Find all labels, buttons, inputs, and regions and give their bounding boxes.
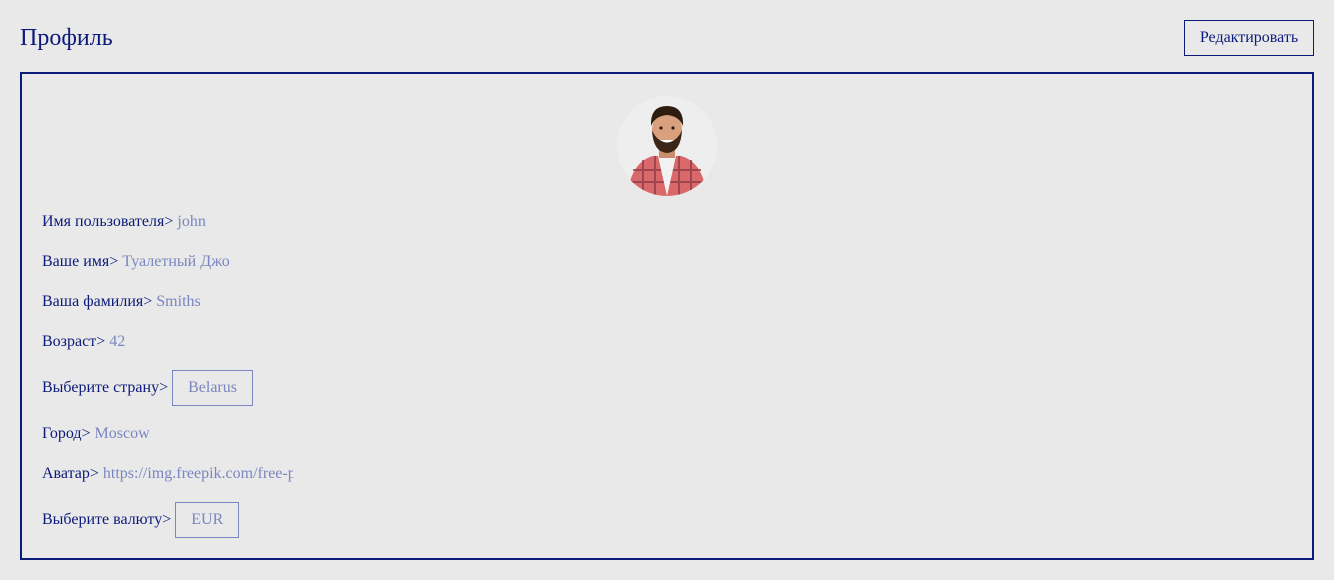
last-name-value: Smiths [156, 293, 201, 310]
last-name-row: Ваша фамилия> Smiths [42, 292, 201, 312]
username-row: Имя пользователя> john [42, 212, 206, 232]
country-label: Выберите страну> [42, 379, 169, 396]
city-label: Город> [42, 425, 91, 442]
currency-label: Выберите валюту> [42, 511, 172, 528]
page-title: Профиль [20, 25, 113, 51]
avatar [617, 96, 717, 196]
first-name-row: Ваше имя> Туалетный Джо [42, 252, 230, 272]
first-name-value: Туалетный Джо [122, 253, 230, 270]
city-row: Город> Moscow [42, 424, 150, 444]
currency-select[interactable]: EUR [175, 502, 240, 539]
age-row: Возраст> 42 [42, 332, 125, 352]
city-value: Moscow [94, 425, 150, 442]
avatar-url-value: https://img.freepik.com/free-p [102, 465, 293, 482]
edit-button[interactable]: Редактировать [1184, 20, 1314, 56]
profile-card: Имя пользователя> john Ваше имя> Туалетный… [20, 72, 1314, 560]
currency-row: Выберите валюту> EUR [42, 502, 240, 539]
username-label: Имя пользователя> [42, 213, 174, 230]
first-name-label: Ваше имя> [42, 253, 119, 270]
avatar-url-row: Аватар> https://img.freepik.com/free-p [42, 464, 293, 484]
last-name-label: Ваша фамилия> [42, 293, 153, 310]
age-label: Возраст> [42, 333, 106, 350]
avatar-image [617, 96, 717, 196]
username-value: john [177, 213, 206, 230]
country-row: Выберите страну> Belarus [42, 370, 253, 407]
country-select[interactable]: Belarus [172, 370, 253, 407]
age-value: 42 [109, 333, 126, 350]
avatar-url-label: Аватар> [42, 465, 99, 482]
